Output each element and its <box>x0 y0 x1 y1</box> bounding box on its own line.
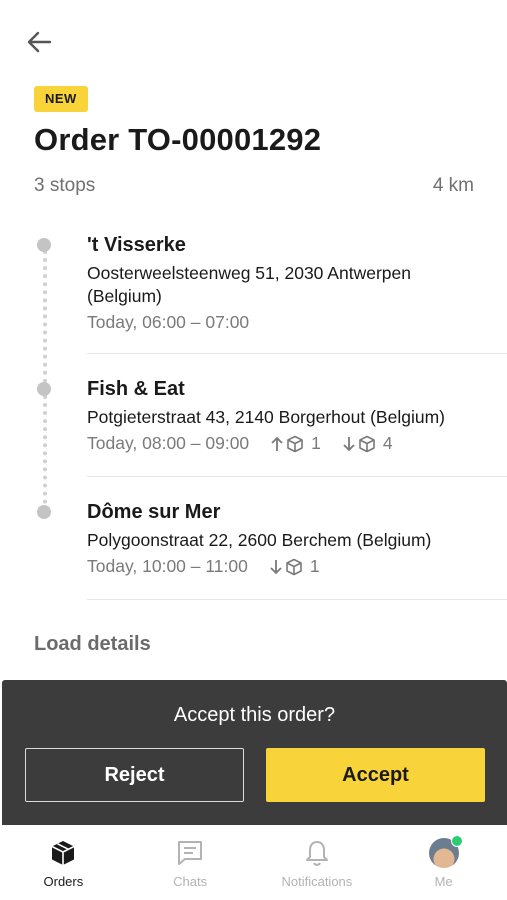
divider <box>87 476 507 477</box>
accept-button[interactable]: Accept <box>266 748 485 802</box>
dropoff-count: 4 <box>343 432 393 455</box>
nav-orders[interactable]: Orders <box>0 825 127 900</box>
bottom-nav: Orders Chats Notifications Me <box>0 825 507 900</box>
dropoff-count: 1 <box>270 555 320 578</box>
stop-marker <box>37 505 51 519</box>
back-button[interactable] <box>24 27 54 57</box>
dropoff-count-value: 1 <box>309 556 320 576</box>
nav-notifications[interactable]: Notifications <box>254 825 381 900</box>
pickup-count-value: 1 <box>311 433 321 453</box>
status-badge: NEW <box>34 86 88 112</box>
stop-time: Today, 06:00 – 07:00 <box>87 312 250 332</box>
load-details-heading[interactable]: Load details <box>34 633 151 656</box>
nav-label: Me <box>434 874 453 889</box>
stop-item[interactable]: 't Visserke Oosterweelsteenweg 51, 2030 … <box>87 232 507 334</box>
stop-time-row: Today, 08:00 – 09:00 1 4 <box>87 432 507 455</box>
arrow-down-icon <box>270 559 282 574</box>
stop-marker <box>37 238 51 252</box>
divider <box>87 599 507 600</box>
stop-time-row: Today, 06:00 – 07:00 <box>87 311 507 334</box>
page-title: Order TO-00001292 <box>34 122 322 157</box>
pickup-count: 1 <box>271 432 321 455</box>
stop-time: Today, 10:00 – 11:00 <box>87 556 248 576</box>
stop-name: Dôme sur Mer <box>87 501 221 523</box>
nav-chats[interactable]: Chats <box>127 825 254 900</box>
reject-button[interactable]: Reject <box>25 748 244 802</box>
stop-name: Fish & Eat <box>87 378 185 400</box>
package-icon <box>287 435 303 452</box>
package-icon <box>359 435 375 452</box>
accept-order-sheet: Accept this order? Reject Accept <box>2 680 507 825</box>
dropoff-count-value: 4 <box>382 433 393 453</box>
route-timeline <box>43 250 47 512</box>
divider <box>87 353 507 354</box>
stop-item[interactable]: Fish & Eat Potgieterstraat 43, 2140 Borg… <box>87 376 507 455</box>
stop-time-row: Today, 10:00 – 11:00 1 <box>87 555 507 578</box>
box-icon <box>52 841 75 865</box>
nav-me[interactable]: Me <box>380 825 507 900</box>
nav-label: Notifications <box>281 874 353 889</box>
nav-label: Orders <box>43 874 84 889</box>
chat-icon <box>178 841 203 865</box>
arrow-down-icon <box>343 436 355 451</box>
nav-label: Chats <box>173 874 208 889</box>
package-icon <box>286 558 302 575</box>
stop-time: Today, 08:00 – 09:00 <box>87 433 250 453</box>
stop-address: Polygoonstraat 22, 2600 Berchem (Belgium… <box>87 530 432 550</box>
stop-marker <box>37 382 51 396</box>
stop-name: 't Visserke <box>87 234 186 256</box>
stop-address: Potgieterstraat 43, 2140 Borgerhout (Bel… <box>87 407 445 427</box>
avatar <box>428 835 463 868</box>
distance: 4 km <box>432 175 474 196</box>
stops-count: 3 stops <box>34 175 96 196</box>
arrow-up-icon <box>271 436 283 451</box>
stop-item[interactable]: Dôme sur Mer Polygoonstraat 22, 2600 Ber… <box>87 499 507 578</box>
accept-question: Accept this order? <box>173 704 336 726</box>
arrow-left-icon <box>27 31 52 53</box>
stop-address: Oosterweelsteenweg 51, 2030 Antwerpen (B… <box>87 263 411 306</box>
bell-icon <box>305 841 328 866</box>
